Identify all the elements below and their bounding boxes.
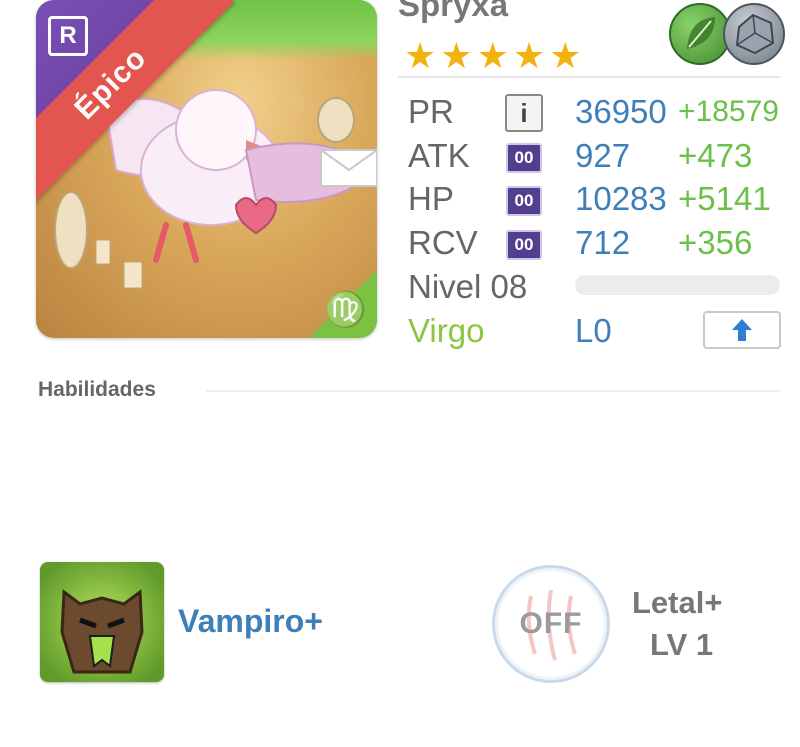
- atk-bonus: +473: [678, 137, 753, 174]
- header-divider: [398, 76, 780, 78]
- limit-level: L0: [575, 312, 612, 349]
- rcv-label: RCV: [408, 224, 478, 261]
- atk-value: 927: [575, 137, 631, 174]
- info-icon: i: [520, 97, 528, 128]
- pr-bonus: +18579: [678, 95, 779, 128]
- skills-heading: Habilidades: [38, 378, 156, 401]
- atk-chip: 00: [506, 143, 542, 173]
- rock-element-icon: [723, 3, 785, 65]
- pr-value: 36950: [575, 93, 667, 130]
- unit-name: Spryxa: [398, 0, 509, 23]
- arrow-up-icon: [732, 319, 752, 341]
- star-icon: ★: [549, 35, 582, 76]
- info-button[interactable]: i: [505, 94, 543, 132]
- rcv-chip: 00: [506, 230, 542, 260]
- level-up-button[interactable]: [703, 311, 781, 349]
- hp-chip: 00: [506, 186, 542, 216]
- pr-label: PR: [408, 93, 454, 130]
- hp-bonus: +5141: [678, 180, 771, 217]
- star-icon: ★: [404, 35, 437, 76]
- hp-label: HP: [408, 180, 454, 217]
- virgo-icon: ♍: [324, 291, 367, 329]
- passive-skill-name: Letal+: [632, 585, 723, 620]
- atk-label: ATK: [408, 137, 470, 174]
- leaf-element-icon: [669, 3, 731, 65]
- unit-portrait-card[interactable]: R Épico ♍: [36, 0, 377, 338]
- passive-skill-off-badge[interactable]: OFF: [492, 565, 610, 683]
- rcv-value: 712: [575, 224, 631, 261]
- level-label: Nivel 08: [408, 268, 528, 305]
- vampire-skill-icon[interactable]: [40, 562, 164, 682]
- rank-badge: R: [48, 16, 88, 56]
- level-progress-bar: [575, 275, 780, 295]
- star-rating: ★ ★ ★ ★ ★: [404, 38, 581, 74]
- star-icon: ★: [476, 35, 509, 76]
- star-icon: ★: [440, 35, 473, 76]
- passive-skill-level: LV 1: [650, 627, 714, 662]
- off-label: OFF: [519, 607, 583, 640]
- hp-value: 10283: [575, 180, 667, 217]
- sign-name: Virgo: [408, 312, 485, 349]
- active-skill-name[interactable]: Vampiro+: [178, 603, 323, 640]
- rcv-bonus: +356: [678, 224, 753, 261]
- star-icon: ★: [512, 35, 546, 76]
- skills-divider: [206, 390, 780, 392]
